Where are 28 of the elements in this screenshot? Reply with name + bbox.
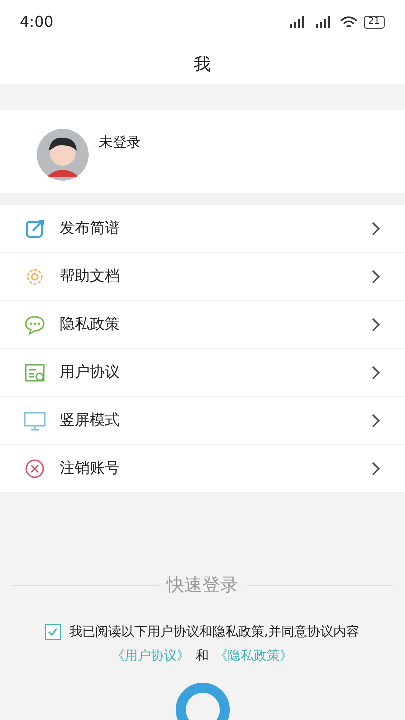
page-title: 我 [194, 54, 211, 76]
agree-checkbox[interactable] [45, 624, 62, 640]
cancel-icon [24, 458, 46, 480]
chevron-icon [371, 414, 381, 428]
menu-item[interactable]: 竖屏模式 [0, 397, 405, 445]
login-status[interactable]: 未登录 [99, 134, 141, 152]
menu-item[interactable]: 帮助文档 [0, 253, 405, 301]
chevron-icon [371, 270, 381, 284]
conjunction-text: 和 [196, 648, 209, 665]
menu-item[interactable]: 隐私政策 [0, 301, 405, 349]
edit-icon [24, 218, 46, 240]
document-icon [24, 362, 46, 384]
quick-login-title: 快速登录 [165, 574, 240, 597]
wifi-icon [340, 16, 358, 28]
menu-item[interactable]: 用户协议 [0, 349, 405, 397]
check-icon [48, 627, 58, 637]
menu-item[interactable]: 发布简谱 [0, 205, 405, 253]
avatar[interactable] [37, 128, 89, 180]
battery-icon: 21 [364, 16, 385, 28]
menu-item[interactable]: 注销账号 [0, 445, 405, 493]
status-time: 4:00 [20, 13, 54, 31]
chevron-icon [371, 318, 381, 332]
chevron-icon [371, 462, 381, 476]
chat-bubble-icon [24, 314, 46, 336]
chevron-icon [371, 366, 381, 380]
agreement-text: 我已阅读以下用户协议和隐私政策,并同意协议内容 [69, 624, 360, 641]
monitor-icon [24, 410, 46, 432]
chevron-icon [371, 222, 381, 236]
